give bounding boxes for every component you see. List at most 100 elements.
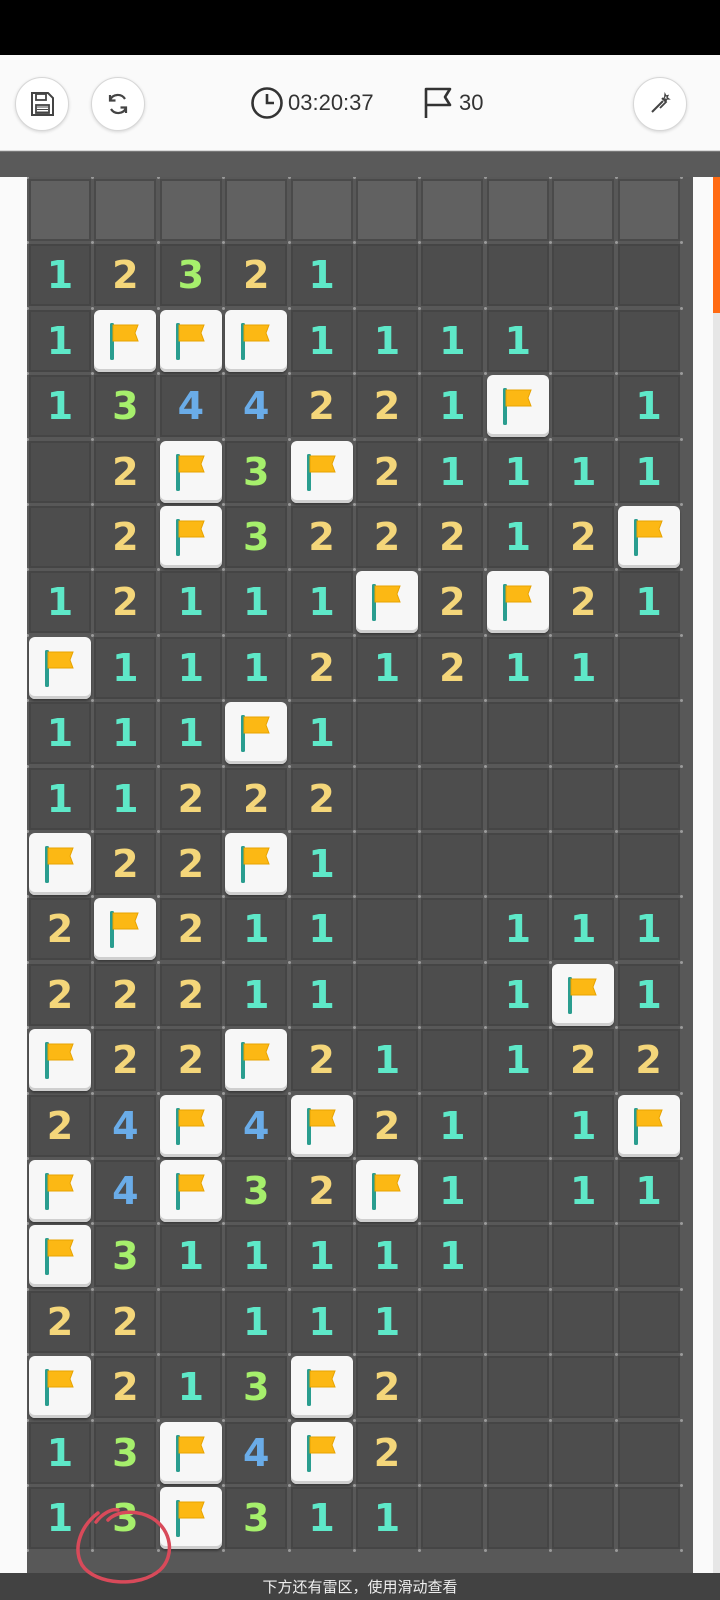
save-button[interactable]: [15, 77, 69, 131]
empty-cell[interactable]: [421, 702, 484, 765]
flagged-cell[interactable]: [225, 833, 288, 895]
empty-cell[interactable]: [617, 833, 680, 895]
number-cell[interactable]: 1: [159, 636, 222, 699]
flagged-cell[interactable]: [159, 309, 222, 372]
flagged-cell[interactable]: [290, 1356, 353, 1419]
empty-cell[interactable]: [356, 898, 418, 961]
number-cell[interactable]: 2: [356, 440, 418, 503]
number-cell[interactable]: 1: [290, 571, 353, 634]
number-cell[interactable]: 1: [552, 898, 615, 961]
number-cell[interactable]: 1: [225, 636, 288, 699]
number-cell[interactable]: 2: [94, 1029, 157, 1092]
empty-cell[interactable]: [552, 1356, 615, 1419]
empty-cell[interactable]: [552, 244, 615, 307]
flagged-cell[interactable]: [356, 571, 418, 634]
empty-cell[interactable]: [486, 833, 549, 895]
empty-cell[interactable]: [486, 1094, 549, 1157]
number-cell[interactable]: 2: [290, 1160, 353, 1222]
number-cell[interactable]: 2: [94, 833, 157, 895]
empty-cell[interactable]: [356, 963, 418, 1026]
flagged-cell[interactable]: [94, 898, 157, 961]
number-cell[interactable]: 3: [94, 1225, 157, 1288]
flagged-cell[interactable]: [159, 440, 222, 503]
number-cell[interactable]: 1: [159, 702, 222, 765]
flagged-cell[interactable]: [356, 1160, 418, 1222]
flagged-cell[interactable]: [29, 1225, 91, 1288]
number-cell[interactable]: 2: [225, 244, 288, 307]
empty-cell[interactable]: [421, 833, 484, 895]
number-cell[interactable]: 2: [290, 506, 353, 568]
flagged-cell[interactable]: [225, 309, 288, 372]
empty-cell[interactable]: [29, 440, 91, 503]
number-cell[interactable]: 1: [94, 636, 157, 699]
number-cell[interactable]: 2: [159, 767, 222, 830]
unrevealed-cell[interactable]: [356, 179, 418, 241]
flagged-cell[interactable]: [159, 1421, 222, 1484]
unrevealed-cell[interactable]: [225, 179, 288, 241]
number-cell[interactable]: 1: [225, 571, 288, 634]
flagged-cell[interactable]: [617, 506, 680, 568]
empty-cell[interactable]: [421, 1029, 484, 1092]
empty-cell[interactable]: [552, 833, 615, 895]
number-cell[interactable]: 1: [486, 898, 549, 961]
empty-cell[interactable]: [552, 309, 615, 372]
empty-cell[interactable]: [486, 1290, 549, 1353]
unrevealed-cell[interactable]: [159, 179, 222, 241]
number-cell[interactable]: 4: [225, 1421, 288, 1484]
number-cell[interactable]: 1: [159, 571, 222, 634]
flagged-cell[interactable]: [159, 506, 222, 568]
unrevealed-cell[interactable]: [290, 179, 353, 241]
number-cell[interactable]: 1: [29, 1487, 91, 1549]
number-cell[interactable]: 1: [94, 767, 157, 830]
number-cell[interactable]: 4: [94, 1160, 157, 1222]
flagged-cell[interactable]: [94, 309, 157, 372]
flagged-cell[interactable]: [29, 636, 91, 699]
number-cell[interactable]: 1: [421, 309, 484, 372]
number-cell[interactable]: 1: [617, 898, 680, 961]
empty-cell[interactable]: [421, 1421, 484, 1484]
flagged-cell[interactable]: [225, 702, 288, 765]
empty-cell[interactable]: [421, 1356, 484, 1419]
flagged-cell[interactable]: [29, 833, 91, 895]
empty-cell[interactable]: [617, 636, 680, 699]
number-cell[interactable]: 1: [486, 963, 549, 1026]
unrevealed-cell[interactable]: [617, 179, 680, 241]
flagged-cell[interactable]: [617, 1094, 680, 1157]
unrevealed-cell[interactable]: [421, 179, 484, 241]
empty-cell[interactable]: [356, 702, 418, 765]
number-cell[interactable]: 2: [159, 1029, 222, 1092]
number-cell[interactable]: 2: [159, 898, 222, 961]
restart-button[interactable]: [91, 77, 145, 131]
number-cell[interactable]: 2: [94, 1290, 157, 1353]
number-cell[interactable]: 1: [421, 440, 484, 503]
empty-cell[interactable]: [486, 702, 549, 765]
number-cell[interactable]: 1: [290, 1487, 353, 1549]
number-cell[interactable]: 3: [94, 1487, 157, 1549]
number-cell[interactable]: 3: [159, 244, 222, 307]
number-cell[interactable]: 1: [617, 1160, 680, 1222]
number-cell[interactable]: 2: [356, 375, 418, 438]
number-cell[interactable]: 1: [552, 1094, 615, 1157]
number-cell[interactable]: 1: [421, 1225, 484, 1288]
number-cell[interactable]: 1: [290, 833, 353, 895]
empty-cell[interactable]: [552, 767, 615, 830]
number-cell[interactable]: 1: [486, 636, 549, 699]
number-cell[interactable]: 2: [421, 636, 484, 699]
number-cell[interactable]: 1: [617, 375, 680, 438]
number-cell[interactable]: 2: [290, 375, 353, 438]
number-cell[interactable]: 1: [159, 1356, 222, 1419]
number-cell[interactable]: 2: [290, 767, 353, 830]
number-cell[interactable]: 1: [29, 571, 91, 634]
number-cell[interactable]: 1: [486, 1029, 549, 1092]
empty-cell[interactable]: [617, 1225, 680, 1288]
number-cell[interactable]: 2: [356, 1421, 418, 1484]
number-cell[interactable]: 1: [29, 375, 91, 438]
number-cell[interactable]: 2: [356, 1094, 418, 1157]
empty-cell[interactable]: [617, 767, 680, 830]
empty-cell[interactable]: [486, 1356, 549, 1419]
number-cell[interactable]: 3: [225, 1356, 288, 1419]
empty-cell[interactable]: [486, 1487, 549, 1549]
unrevealed-cell[interactable]: [552, 179, 615, 241]
number-cell[interactable]: 2: [159, 963, 222, 1026]
empty-cell[interactable]: [617, 702, 680, 765]
